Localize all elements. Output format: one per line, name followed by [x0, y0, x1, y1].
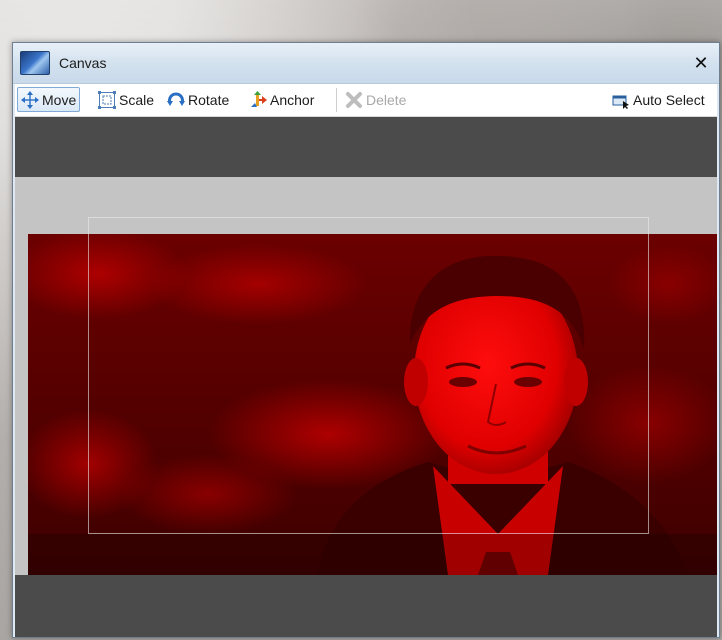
title-bar[interactable]: Canvas ✕ — [13, 43, 719, 84]
canvas-area[interactable] — [15, 117, 717, 637]
scale-box-icon — [98, 90, 116, 109]
move-arrows-icon — [21, 90, 39, 109]
canvas-window: Canvas ✕ Move Scale Rotate Anchor Delete… — [12, 42, 720, 638]
delete-x-icon — [345, 91, 363, 109]
rotate-button[interactable]: Rotate — [164, 87, 232, 112]
anchor-label: Anchor — [270, 91, 315, 108]
scale-button[interactable]: Scale — [95, 87, 157, 112]
delete-button[interactable]: Delete — [342, 87, 409, 112]
delete-label: Delete — [366, 91, 407, 108]
toolbar-separator — [336, 88, 337, 112]
scale-label: Scale — [119, 91, 155, 108]
toolbar: Move Scale Rotate Anchor Delete Auto Sel… — [15, 84, 717, 117]
rotate-icon — [167, 91, 185, 109]
auto-select-icon — [612, 91, 630, 109]
anchor-button[interactable]: Anchor — [246, 87, 317, 112]
window-title: Canvas — [59, 55, 107, 71]
close-button[interactable]: ✕ — [689, 51, 713, 75]
move-button[interactable]: Move — [17, 87, 81, 112]
move-label: Move — [42, 91, 77, 108]
auto-select-label: Auto Select — [633, 91, 705, 108]
canvas-image[interactable] — [28, 234, 717, 575]
auto-select-button[interactable]: Auto Select — [609, 87, 708, 112]
anchor-icon — [249, 90, 267, 109]
rotate-label: Rotate — [188, 91, 230, 108]
canvas-app-icon — [20, 51, 50, 75]
